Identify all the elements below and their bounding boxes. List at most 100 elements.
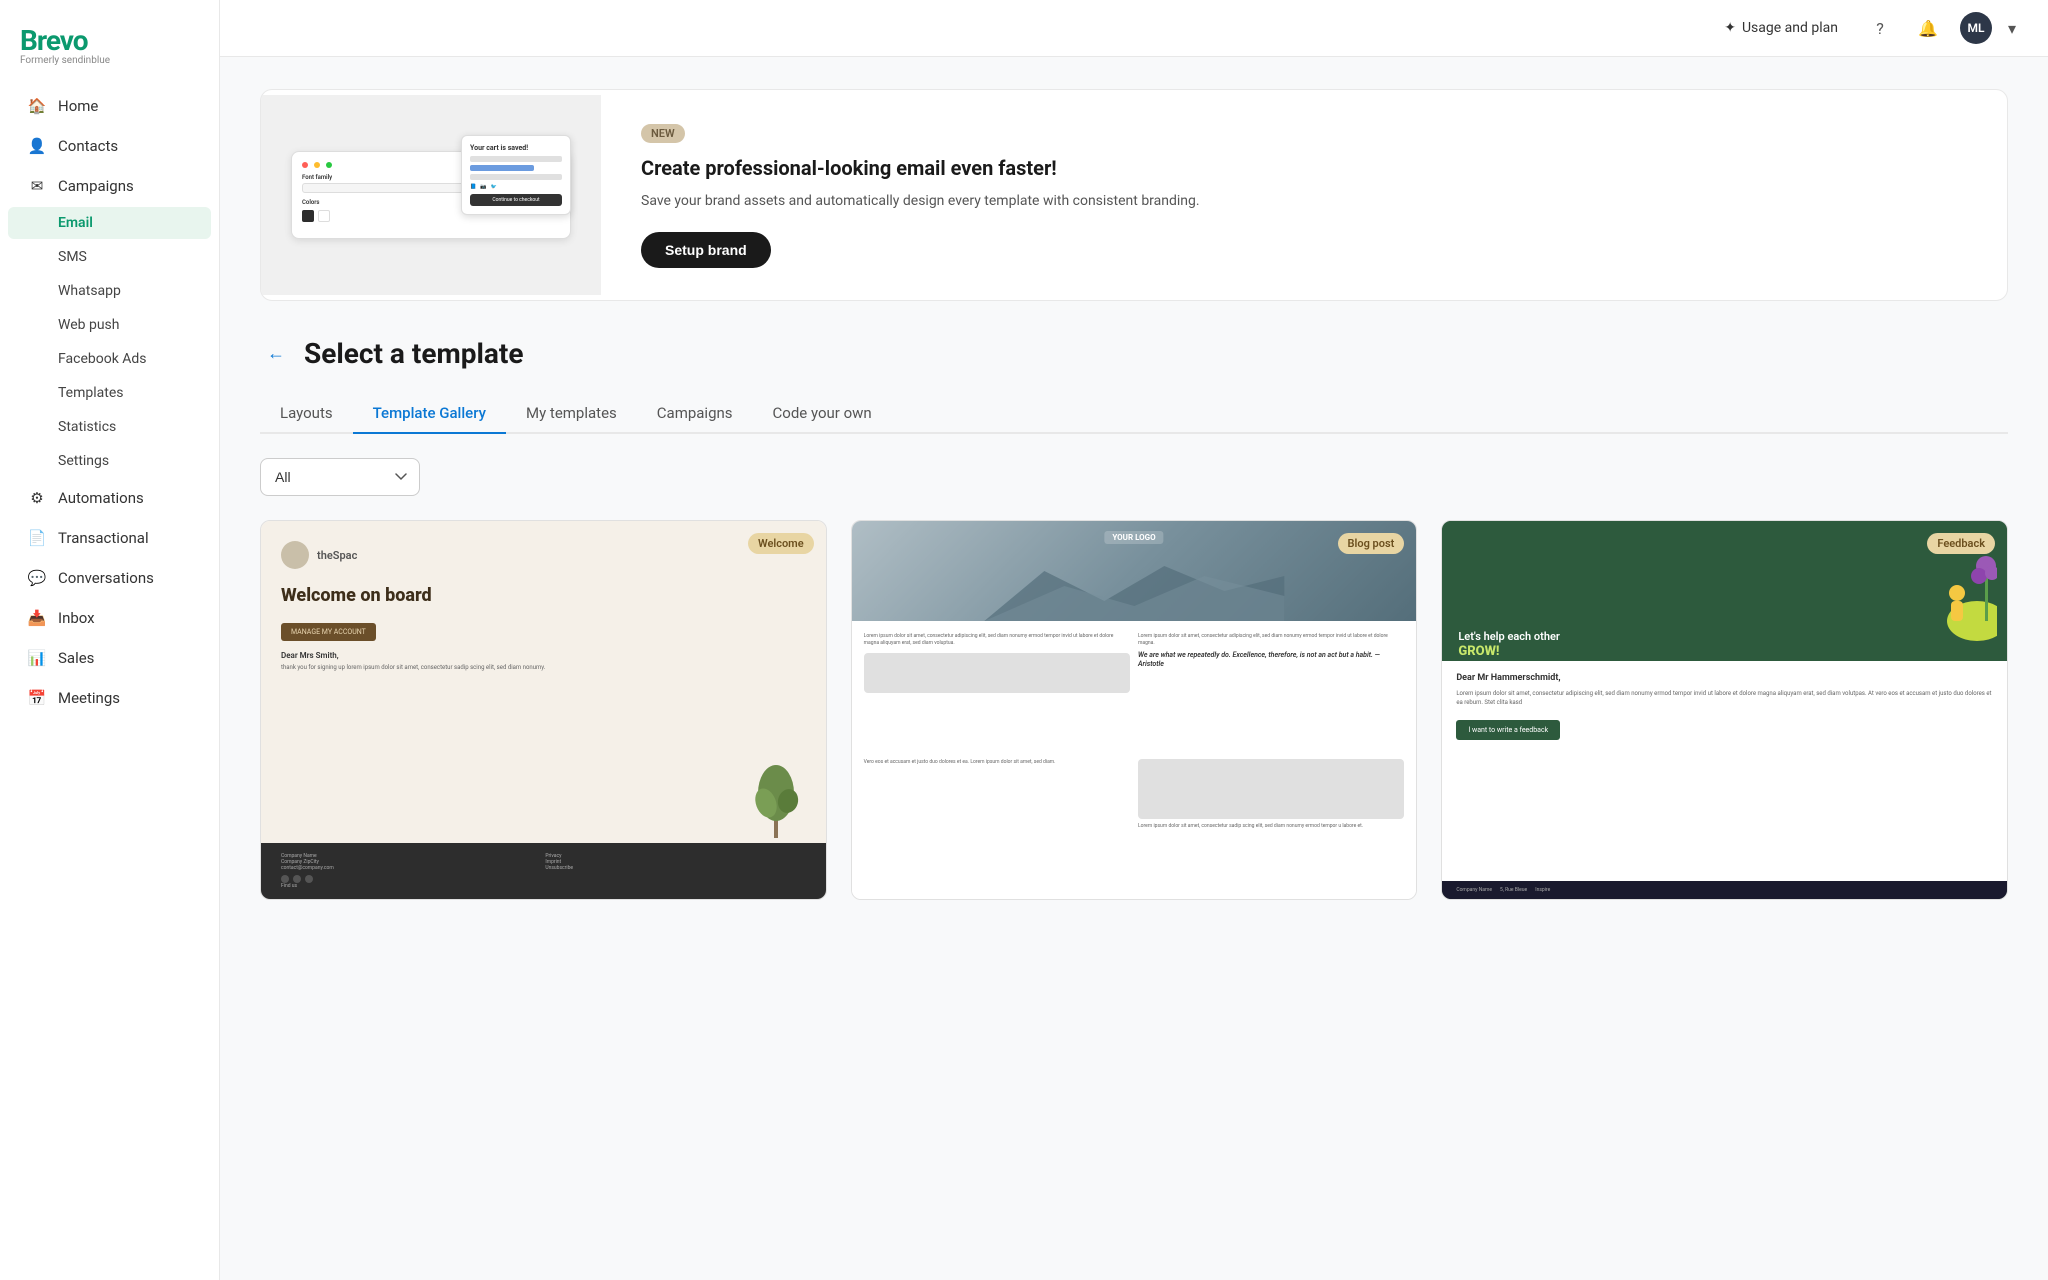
home-icon: 🏠 — [28, 97, 46, 115]
user-avatar[interactable]: ML — [1960, 12, 1992, 44]
setup-brand-button[interactable]: Setup brand — [641, 232, 771, 268]
tab-template-gallery[interactable]: Template Gallery — [353, 394, 506, 434]
sidebar-item-label: Automations — [58, 489, 144, 507]
inbox-icon: 📥 — [28, 609, 46, 627]
usage-icon: ✦ — [1724, 20, 1736, 36]
welcome-logo-circle — [281, 541, 309, 569]
sidebar-item-conversations[interactable]: 💬 Conversations — [8, 559, 211, 597]
template-tabs: Layouts Template Gallery My templates Ca… — [260, 394, 2008, 434]
sidebar-item-transactional[interactable]: 📄 Transactional — [8, 519, 211, 557]
template-badge-feedback: Feedback — [1927, 533, 1995, 554]
sidebar-sub-whatsapp[interactable]: Whatsapp — [8, 275, 211, 307]
blog-lorem-4: Lorem ipsum dolor sit amet, consectetur … — [1138, 823, 1404, 830]
blog-img-2 — [1138, 759, 1404, 819]
blog-logo: YOUR LOGO — [1104, 531, 1163, 544]
filter-row: All E-commerce Newsletter Welcome Feedba… — [260, 458, 2008, 496]
feedback-cta-button: I want to write a feedback — [1456, 720, 1560, 740]
feedback-body: Dear Mr Hammerschmidt, Lorem ipsum dolor… — [1442, 661, 2007, 881]
welcome-preview: theSpac Welcome on board MANAGE MY ACCOU… — [261, 521, 826, 899]
promo-banner: Font family Colors Your cart is saved! — [260, 89, 2008, 301]
feedback-body-text: Lorem ipsum dolor sit amet, consectetur … — [1456, 689, 1993, 707]
usage-label: Usage and plan — [1742, 20, 1838, 36]
sidebar-sub-sms[interactable]: SMS — [8, 241, 211, 273]
avatar-initials: ML — [1967, 21, 1984, 35]
bell-icon: 🔔 — [1918, 19, 1938, 38]
sidebar-item-automations[interactable]: ⚙ Automations — [8, 479, 211, 517]
automations-icon: ⚙ — [28, 489, 46, 507]
sidebar-item-contacts[interactable]: 👤 Contacts — [8, 127, 211, 165]
blog-img-1 — [864, 653, 1130, 693]
template-badge-blog: Blog post — [1338, 533, 1405, 554]
help-icon: ? — [1876, 19, 1884, 38]
welcome-brand-name: theSpac — [317, 549, 357, 562]
feedback-street: 5, Rue Bleue — [1500, 887, 1527, 893]
blog-lorem-2: Lorem ipsum dolor sit amet, consectetur … — [1138, 633, 1404, 647]
brand-logo: Brevo Formerly sendinblue — [0, 16, 219, 86]
sidebar: Brevo Formerly sendinblue 🏠 Home 👤 Conta… — [0, 0, 220, 1280]
welcome-body-text: thank you for signing up lorem ipsum dol… — [281, 664, 734, 672]
feedback-headline: Let's help each other GROW! — [1458, 630, 1560, 661]
tab-my-templates[interactable]: My templates — [506, 394, 637, 434]
page-title: Select a template — [304, 337, 523, 370]
sidebar-item-meetings[interactable]: 📅 Meetings — [8, 679, 211, 717]
feedback-inspire: Inspire — [1535, 887, 1550, 893]
back-arrow-icon: ← — [267, 343, 285, 364]
tab-campaigns[interactable]: Campaigns — [637, 394, 753, 434]
feedback-company: Company Name — [1456, 887, 1492, 893]
blog-content: Lorem ipsum dolor sit amet, consectetur … — [852, 621, 1417, 899]
page-content: Font family Colors Your cart is saved! — [220, 57, 2048, 932]
promo-description: Save your brand assets and automatically… — [641, 191, 1967, 212]
sidebar-sub-webpush[interactable]: Web push — [8, 309, 211, 341]
sidebar-item-label: Contacts — [58, 137, 118, 155]
help-button[interactable]: ? — [1864, 12, 1896, 44]
sidebar-item-sales[interactable]: 📊 Sales — [8, 639, 211, 677]
meetings-icon: 📅 — [28, 689, 46, 707]
sidebar-item-label: Inbox — [58, 609, 95, 627]
sidebar-item-campaigns[interactable]: ✉ Campaigns — [8, 167, 211, 205]
plant-illustration — [746, 743, 806, 843]
sidebar-sub-email[interactable]: Email — [8, 207, 211, 239]
template-card-welcome[interactable]: Welcome theSpac Welcome on board MANAGE … — [260, 520, 827, 900]
template-badge-welcome: Welcome — [748, 533, 814, 554]
usage-and-plan-button[interactable]: ✦ Usage and plan — [1714, 14, 1848, 42]
blog-lorem-1: Lorem ipsum dolor sit amet, consectetur … — [864, 633, 1130, 647]
sidebar-item-inbox[interactable]: 📥 Inbox — [8, 599, 211, 637]
tab-code-your-own[interactable]: Code your own — [753, 394, 892, 434]
sidebar-item-home[interactable]: 🏠 Home — [8, 87, 211, 125]
feedback-grow: GROW! — [1458, 644, 1560, 661]
template-card-blog-post[interactable]: Blog post YOUR LOGO Lorem ipsum dolor si… — [851, 520, 1418, 900]
campaigns-icon: ✉ — [28, 177, 46, 195]
user-dropdown-icon[interactable]: ▾ — [2008, 19, 2016, 38]
brand-name: Brevo — [20, 24, 199, 57]
back-button[interactable]: ← — [260, 338, 292, 370]
header: ✦ Usage and plan ? 🔔 ML ▾ — [220, 0, 2048, 57]
sidebar-sub-statistics[interactable]: Statistics — [8, 411, 211, 443]
sidebar-item-label: Meetings — [58, 689, 120, 707]
category-filter[interactable]: All E-commerce Newsletter Welcome Feedba… — [260, 458, 420, 496]
templates-grid: Welcome theSpac Welcome on board MANAGE … — [260, 520, 2008, 900]
sidebar-sub-settings[interactable]: Settings — [8, 445, 211, 477]
sidebar-item-label: Home — [58, 97, 98, 115]
promo-text: NEW Create professional-looking email ev… — [601, 90, 2007, 300]
feedback-recipient: Dear Mr Hammerschmidt, — [1456, 673, 1993, 683]
mountains-svg — [852, 561, 1417, 621]
main-content: ✦ Usage and plan ? 🔔 ML ▾ — [220, 0, 2048, 1280]
select-template-section: ← Select a template Layouts Template Gal… — [260, 337, 2008, 900]
feedback-footer: Company Name 5, Rue Bleue Inspire — [1442, 881, 2007, 899]
template-card-feedback[interactable]: Feedback Let's help each other GROW! — [1441, 520, 2008, 900]
promo-title: Create professional-looking email even f… — [641, 155, 1967, 181]
new-badge: NEW — [641, 124, 685, 143]
contacts-icon: 👤 — [28, 137, 46, 155]
sidebar-item-label: Transactional — [58, 529, 149, 547]
notifications-button[interactable]: 🔔 — [1912, 12, 1944, 44]
sidebar-item-label: Conversations — [58, 569, 154, 587]
feedback-preview: Let's help each other GROW! — [1442, 521, 2007, 899]
sidebar-sub-templates[interactable]: Templates — [8, 377, 211, 409]
blog-preview: YOUR LOGO Lorem ipsum dolor sit amet, co… — [852, 521, 1417, 899]
sidebar-item-label: Sales — [58, 649, 94, 667]
tab-layouts[interactable]: Layouts — [260, 394, 353, 434]
conversations-icon: 💬 — [28, 569, 46, 587]
transactional-icon: 📄 — [28, 529, 46, 547]
welcome-title: Welcome on board — [281, 585, 734, 607]
sidebar-sub-facebook-ads[interactable]: Facebook Ads — [8, 343, 211, 375]
